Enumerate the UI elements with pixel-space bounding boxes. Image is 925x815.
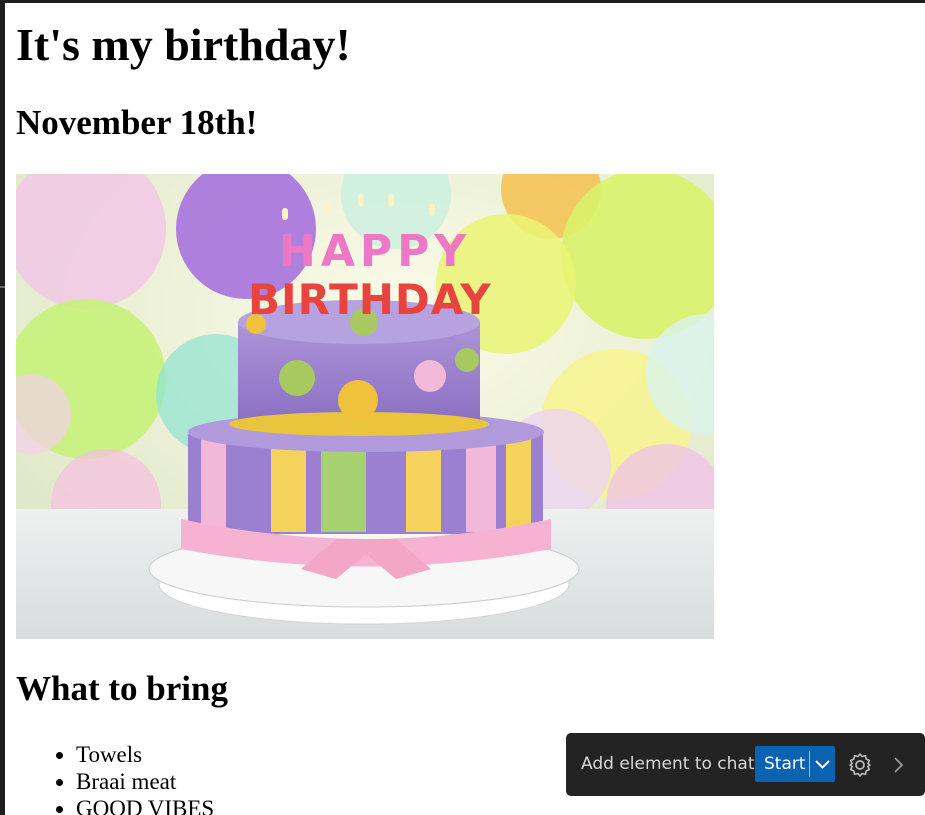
birthday-candle-letters: BIRTHDAY <box>248 275 492 324</box>
candle-flame <box>358 194 364 206</box>
chevron-right-icon <box>894 757 904 773</box>
window-left-border <box>0 0 5 815</box>
list-item: Braai meat <box>76 768 214 795</box>
happy-candle-letters: HAPPY <box>279 226 471 277</box>
list-item: Towels <box>76 741 214 768</box>
candle-flame <box>325 202 331 214</box>
candle-flame <box>282 208 288 220</box>
collapse-toolbar-button[interactable] <box>887 753 909 777</box>
bring-heading: What to bring <box>16 669 228 708</box>
window-resize-tick <box>0 286 5 288</box>
chat-toolbar-label: Add element to chat <box>581 754 755 774</box>
chat-toolbar: Add element to chat Start <box>566 733 925 796</box>
stripe <box>506 436 531 532</box>
chevron-down-icon <box>815 760 830 769</box>
polka-dot <box>338 380 378 420</box>
page-title: It's my birthday! <box>16 19 351 70</box>
polka-dot <box>414 360 446 392</box>
start-button[interactable]: Start <box>764 754 806 774</box>
date-heading: November 18th! <box>16 103 258 142</box>
start-dropdown-button[interactable] <box>810 746 835 782</box>
candle-flame <box>388 194 394 206</box>
list-item: GOOD VIBES <box>76 795 214 815</box>
bring-list: Towels Braai meat GOOD VIBES <box>16 741 214 815</box>
polka-dot <box>455 348 479 372</box>
polka-dot <box>279 360 315 396</box>
stripe <box>466 436 496 532</box>
settings-button[interactable] <box>847 752 873 778</box>
gear-icon <box>849 753 871 777</box>
start-button-group[interactable]: Start <box>755 746 835 782</box>
window-top-border <box>0 0 925 3</box>
candle-flame <box>429 204 435 216</box>
birthday-cake-image: HAPPY BIRTHDAY <box>16 174 714 639</box>
stripe <box>201 436 226 532</box>
